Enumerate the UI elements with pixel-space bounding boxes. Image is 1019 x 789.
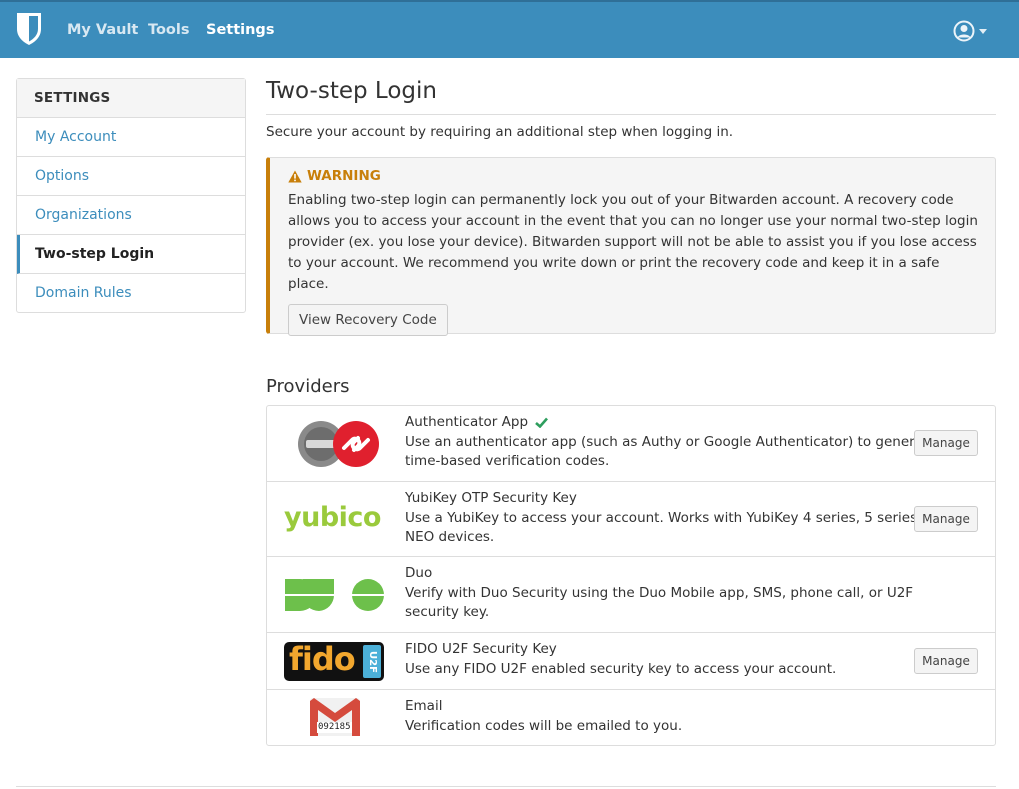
provider-row-fido: fido U2F FIDO U2F Security Key Use any F… [267,633,995,690]
sidebar-item-domain-rules[interactable]: Domain Rules [17,274,245,312]
warning-heading: WARNING [288,168,977,184]
nav-settings[interactable]: Settings [206,22,274,38]
duo-logo [284,579,385,611]
provider-info: YubiKey OTP Security Key Use a YubiKey t… [405,489,965,548]
provider-name: Email [405,698,443,714]
manage-fido-button[interactable]: Manage [914,648,978,674]
provider-row-authenticator: Authenticator App Use an authenticator a… [267,406,995,482]
provider-name: Duo [405,565,433,581]
settings-sidebar: SETTINGS My Account Options Organization… [16,78,246,313]
provider-description: Use an authenticator app (such as Authy … [405,433,937,470]
provider-info: Authenticator App Use an authenticator a… [405,413,965,472]
manage-yubikey-button[interactable]: Manage [914,506,978,532]
email-code: 092185 [317,722,352,733]
page-intro: Secure your account by requiring an addi… [266,124,734,140]
providers-list: Authenticator App Use an authenticator a… [266,405,996,746]
warning-text: Enabling two-step login can permanently … [288,192,978,292]
warning-title: WARNING [307,168,381,184]
chevron-down-icon [979,28,987,34]
provider-description: Use any FIDO U2F enabled security key to… [405,660,837,677]
manage-authenticator-button[interactable]: Manage [914,430,978,456]
nav-my-vault[interactable]: My Vault [67,22,138,38]
sidebar-header: SETTINGS [17,79,245,118]
provider-description: Verification codes will be emailed to yo… [405,717,683,734]
bitwarden-shield-logo[interactable] [16,12,42,46]
authenticator-logo [298,421,379,467]
provider-name: FIDO U2F Security Key [405,641,557,657]
provider-info: Duo Verify with Duo Security using the D… [405,564,965,623]
sidebar-item-two-step-login[interactable]: Two-step Login [17,235,245,274]
provider-description: Verify with Duo Security using the Duo M… [405,584,914,621]
provider-row-yubikey: yubico YubiKey OTP Security Key Use a Yu… [267,482,995,557]
footer-divider [16,786,996,787]
sidebar-item-options[interactable]: Options [17,157,245,196]
yubico-logo: yubico [284,502,381,533]
provider-description: Use a YubiKey to access your account. Wo… [405,509,952,546]
fido-logo-text: fido [289,642,356,678]
nav-tools[interactable]: Tools [148,22,190,38]
user-avatar-icon [953,20,975,42]
top-navbar: My Vault Tools Settings [0,0,1019,58]
sidebar-item-my-account[interactable]: My Account [17,118,245,157]
page-title: Two-step Login [266,78,437,104]
provider-name: YubiKey OTP Security Key [405,490,577,506]
provider-row-duo: Duo Verify with Duo Security using the D… [267,557,995,633]
provider-info: FIDO U2F Security Key Use any FIDO U2F e… [405,640,965,679]
check-icon [535,417,548,429]
divider [266,114,996,115]
provider-row-email: 092185 Email Verification codes will be … [267,690,995,745]
fido-u2f-badge: U2F [363,645,381,678]
provider-info: Email Verification codes will be emailed… [405,697,965,736]
fido-logo: fido U2F [284,642,384,681]
providers-heading: Providers [266,376,350,397]
sidebar-item-organizations[interactable]: Organizations [17,196,245,235]
gmail-logo: 092185 [310,698,360,736]
user-menu-dropdown[interactable] [953,20,987,42]
view-recovery-code-button[interactable]: View Recovery Code [288,304,448,336]
provider-name: Authenticator App [405,414,529,430]
warning-triangle-icon [288,170,302,182]
warning-callout: WARNING Enabling two-step login can perm… [266,157,996,336]
